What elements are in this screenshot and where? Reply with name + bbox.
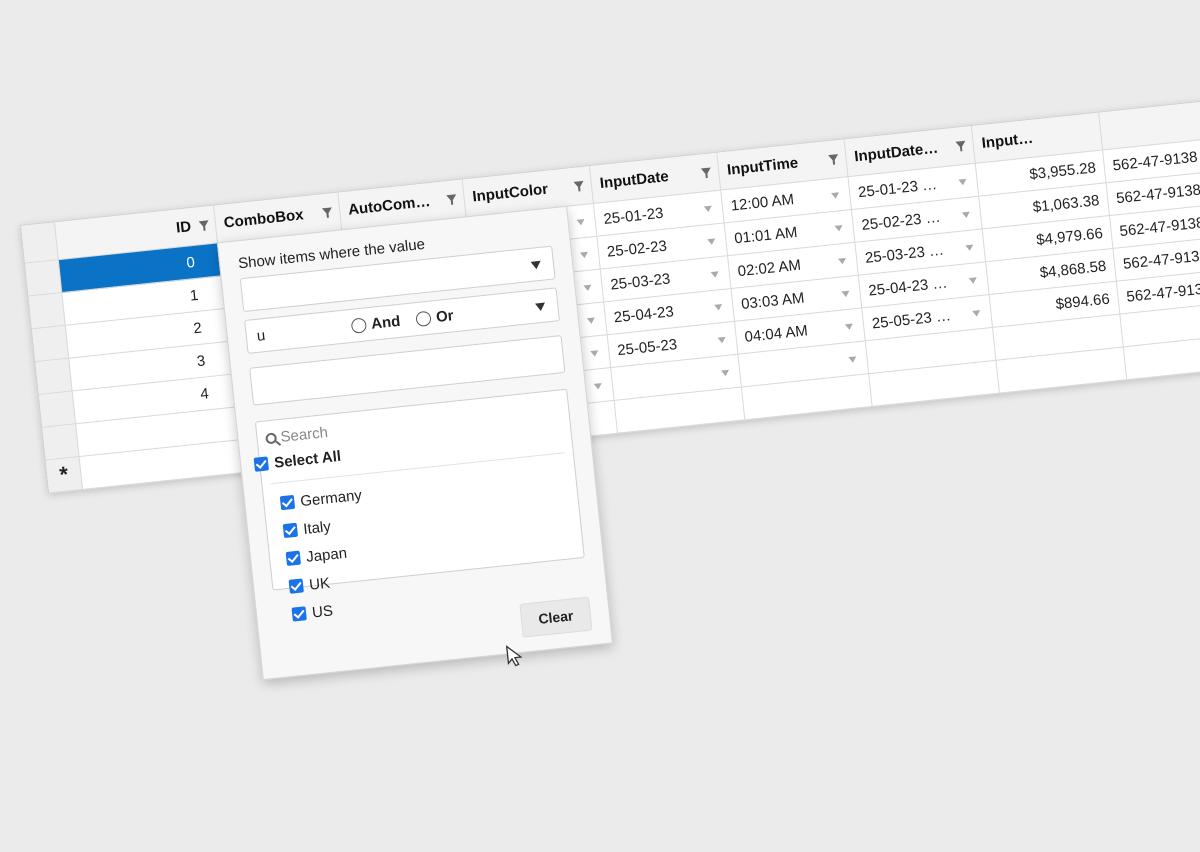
dropdown-arrow-icon[interactable] [590, 350, 599, 358]
cell-text: 25-05-23 [616, 335, 678, 359]
and-or-group: And Or [350, 307, 454, 335]
filter-icon[interactable] [446, 194, 457, 203]
cell-text: 04:04 AM [743, 321, 809, 346]
search-placeholder: Search [279, 423, 329, 446]
column-header-label: AutoCom… [347, 193, 432, 219]
item-label: Italy [302, 517, 332, 538]
cell-text: 25-01-23 … [857, 175, 938, 201]
clear-button[interactable]: Clear [519, 596, 593, 638]
cell-text: 25-04-23 [613, 302, 675, 326]
mouse-cursor-icon [505, 645, 523, 667]
dropdown-arrow-icon[interactable] [576, 218, 586, 226]
dropdown-arrow-icon[interactable] [710, 271, 720, 279]
row-header[interactable] [28, 292, 66, 330]
cell-text: 25-03-23 [609, 269, 672, 294]
filter-icon[interactable] [321, 207, 333, 216]
radio-circle-icon[interactable] [350, 317, 368, 334]
and-label: And [370, 312, 402, 333]
value1-text: u [255, 326, 267, 345]
row-header[interactable] [31, 325, 70, 363]
row-header[interactable] [25, 260, 63, 297]
filter-icon[interactable] [198, 220, 210, 229]
cell-text: 25-01-23 [602, 204, 665, 228]
dropdown-arrow-icon[interactable] [707, 238, 716, 246]
item-label: UK [308, 574, 331, 594]
row-header-corner [21, 222, 59, 264]
cell-text: 25-02-23 … [860, 208, 942, 234]
dropdown-arrow-icon[interactable] [579, 251, 589, 259]
dropdown-arrow-icon[interactable] [834, 225, 844, 232]
new-row-marker[interactable]: * [45, 457, 84, 494]
item-label: Germany [299, 486, 363, 510]
column-header-label: InputColor [471, 180, 549, 206]
filter-popup: Show items where the value u And Or Sear… [216, 205, 613, 681]
checkbox-checked-icon[interactable] [291, 606, 307, 622]
checkbox-checked-icon[interactable] [282, 522, 299, 539]
dropdown-arrow-icon[interactable] [844, 323, 854, 331]
and-radio[interactable]: And [350, 312, 402, 335]
dropdown-arrow-icon[interactable] [848, 356, 857, 364]
filter-icon[interactable] [573, 180, 585, 189]
checkbox-checked-icon[interactable] [253, 456, 269, 472]
checkbox-checked-icon[interactable] [285, 550, 302, 566]
value-list: Search Select All Germany Italy Japan UK… [253, 388, 585, 630]
dropdown-arrow-icon[interactable] [972, 310, 981, 317]
column-header-label: InputDate… [853, 139, 940, 166]
dropdown-arrow-icon[interactable] [583, 284, 592, 292]
select-all-label: Select All [273, 447, 342, 472]
dropdown-arrow-icon[interactable] [837, 257, 847, 265]
dropdown-arrow-icon[interactable] [965, 244, 974, 252]
dropdown-arrow-icon[interactable] [721, 369, 730, 377]
checkbox-checked-icon[interactable] [288, 578, 304, 594]
cell-text: 12:00 AM [729, 190, 795, 215]
cell-text: 25-02-23 [606, 237, 668, 261]
dropdown-arrow-icon[interactable] [714, 304, 723, 311]
dropdown-arrow-icon[interactable] [831, 192, 840, 200]
column-header-label: ComboBox [223, 206, 305, 232]
item-label: US [311, 601, 334, 622]
column-header-label: ID [175, 218, 192, 237]
cell-text: 02:02 AM [736, 256, 802, 280]
radio-circle-icon[interactable] [415, 310, 432, 328]
dropdown-arrow-icon[interactable] [703, 205, 713, 213]
or-radio[interactable]: Or [415, 307, 454, 328]
column-header-label: InputTime [726, 154, 800, 179]
rotated-stage: ID ComboBox AutoCom… InputColor InputDat… [20, 98, 1200, 852]
checkbox-checked-icon[interactable] [279, 494, 296, 511]
cell-text: 25-05-23 … [871, 306, 952, 332]
dropdown-arrow-icon[interactable] [586, 317, 596, 325]
dropdown-arrow-icon[interactable] [593, 383, 603, 390]
cell-text: 25-04-23 … [867, 273, 949, 300]
dropdown-arrow-icon[interactable] [717, 336, 727, 344]
dropdown-arrow-icon[interactable] [841, 290, 851, 298]
filter-icon[interactable] [828, 154, 839, 163]
dropdown-arrow-icon[interactable] [968, 277, 978, 285]
filter-icon[interactable] [955, 140, 967, 149]
column-header-label: InputDate [598, 167, 670, 193]
row-header[interactable] [38, 391, 77, 428]
filter-icon[interactable] [700, 167, 712, 176]
cell-text: 03:03 AM [740, 288, 806, 313]
search-icon [265, 431, 278, 444]
or-label: Or [435, 307, 455, 326]
cell-text: 01:01 AM [733, 223, 799, 247]
row-header[interactable] [42, 424, 80, 461]
dropdown-arrow-icon[interactable] [961, 211, 971, 219]
item-label: Japan [305, 544, 348, 566]
data-grid: ID ComboBox AutoCom… InputColor InputDat… [20, 98, 1200, 494]
cell-text: 25-03-23 … [864, 241, 945, 267]
row-header[interactable] [35, 358, 73, 395]
chevron-down-icon[interactable] [530, 260, 542, 270]
chevron-down-icon[interactable] [535, 302, 546, 312]
dropdown-arrow-icon[interactable] [958, 178, 967, 186]
column-header-label: Input… [980, 129, 1034, 153]
